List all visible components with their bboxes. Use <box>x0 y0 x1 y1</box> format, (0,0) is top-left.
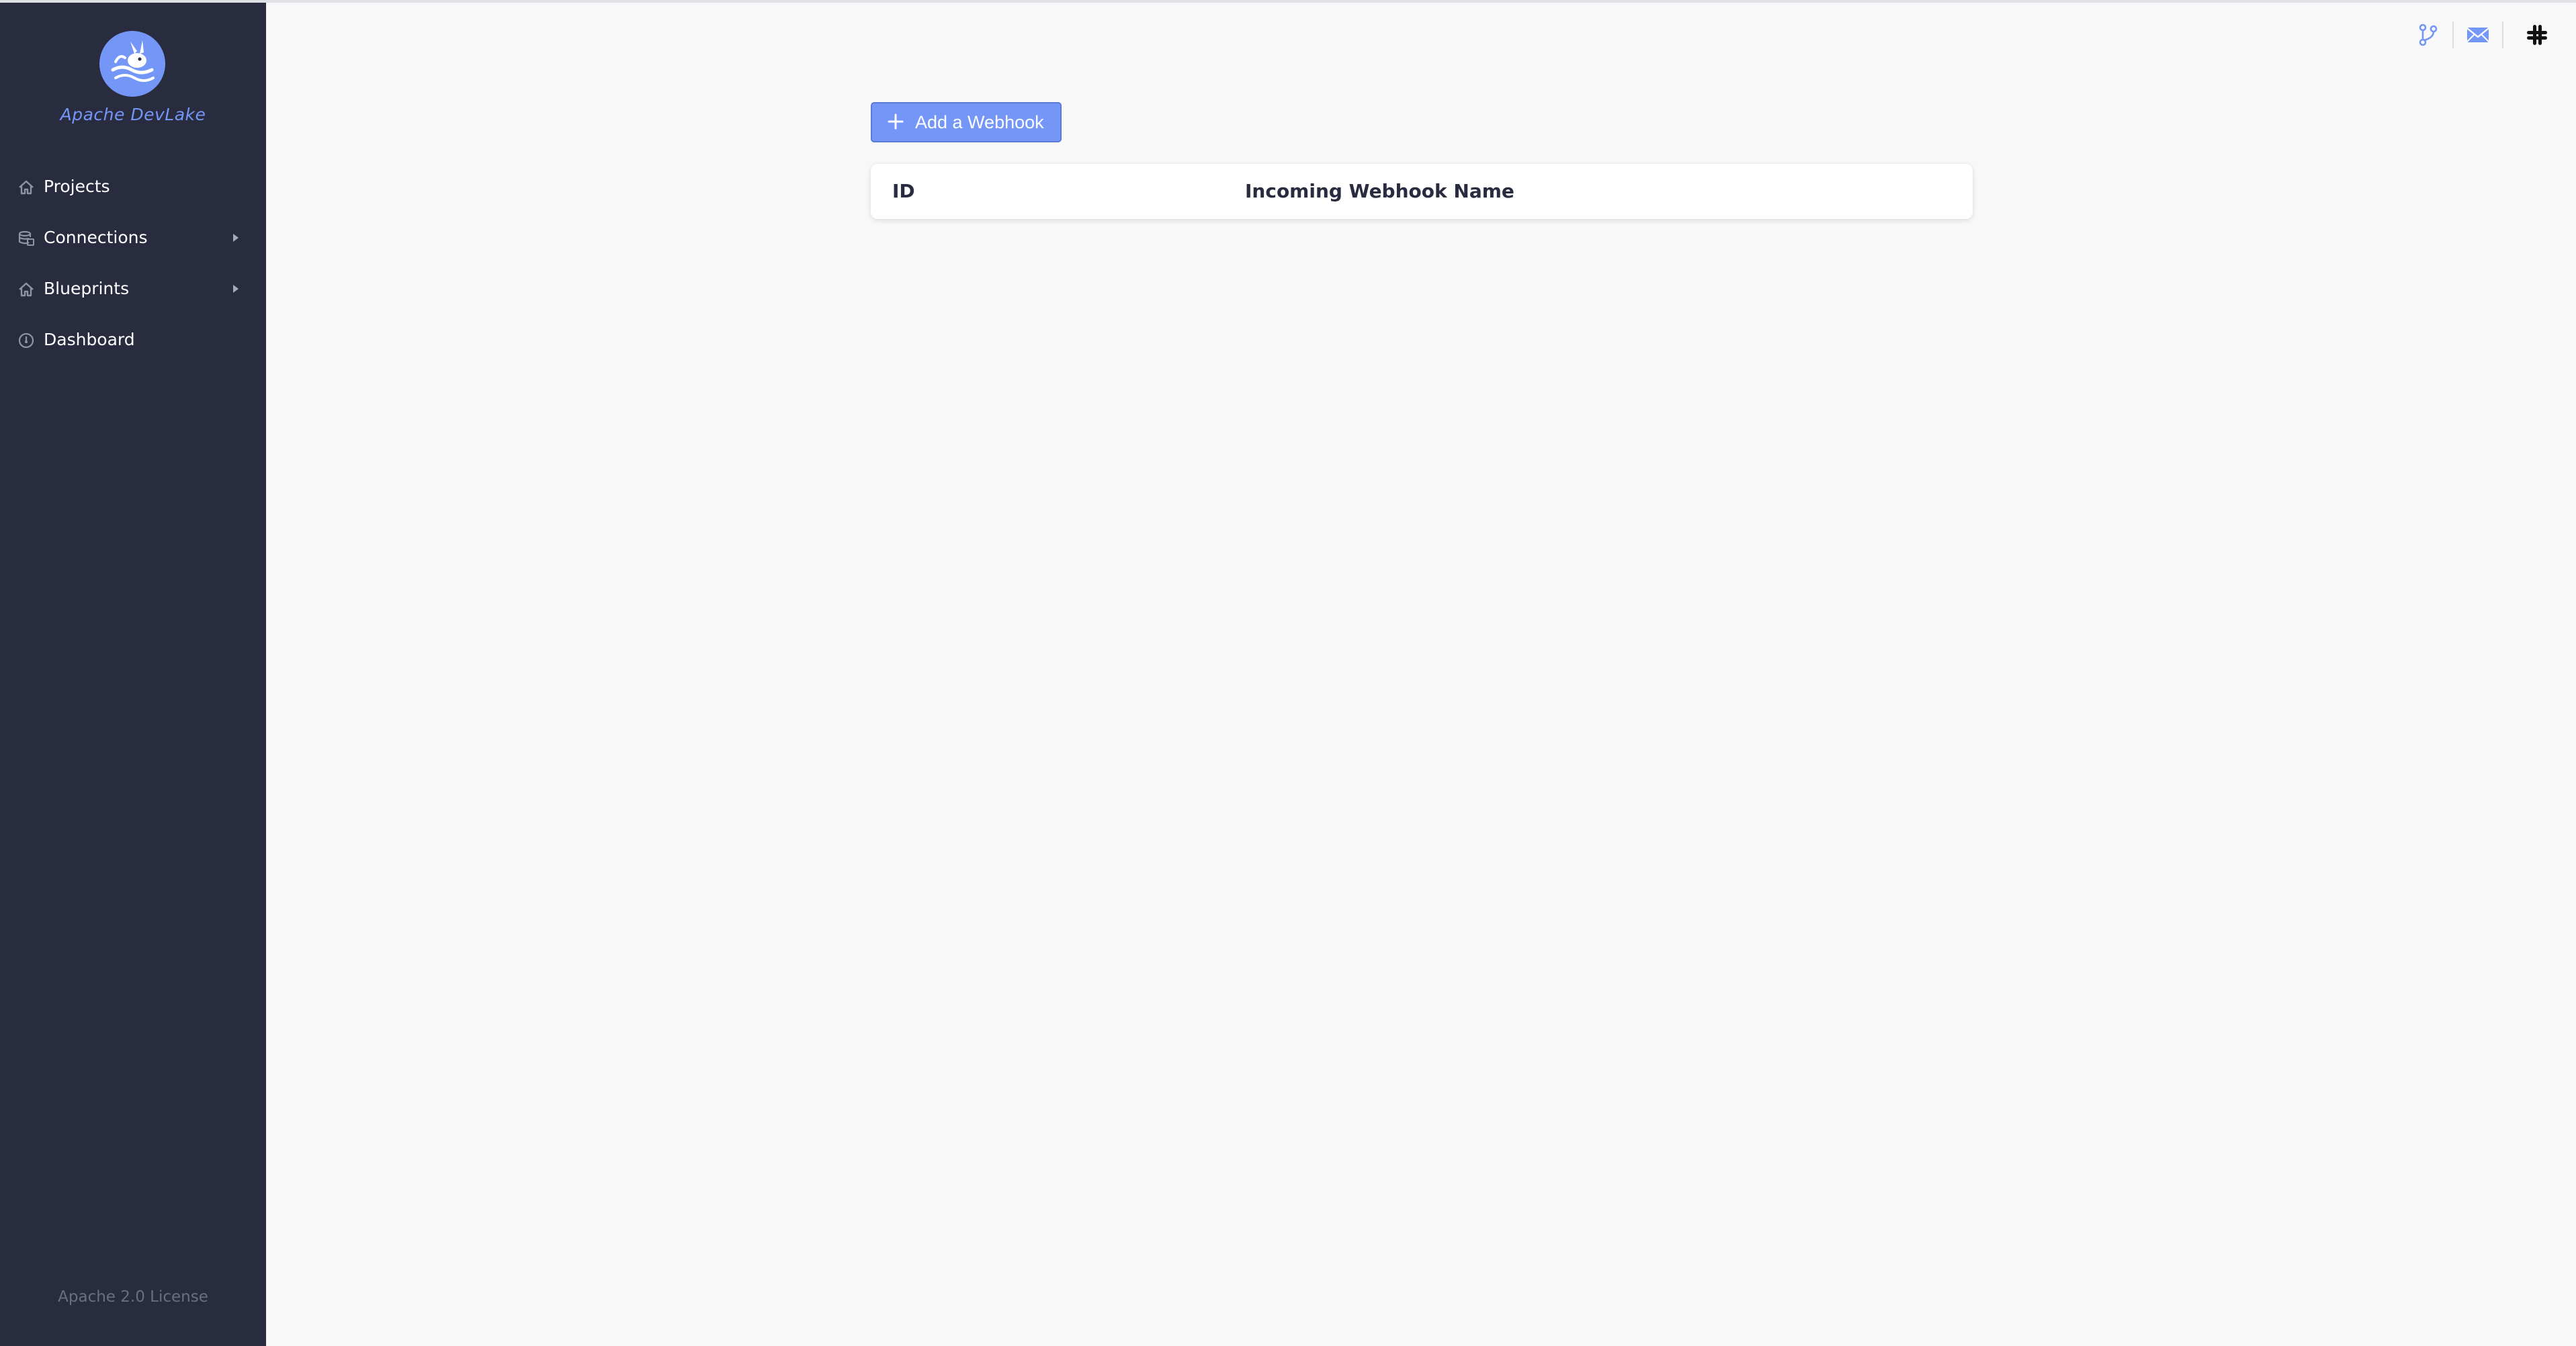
plus-icon <box>888 114 904 130</box>
sidebar-item-label: Projects <box>44 177 110 196</box>
add-webhook-button[interactable]: Add a Webhook <box>871 102 1062 142</box>
home-icon <box>19 180 34 195</box>
webhooks-table: ID Incoming Webhook Name <box>871 164 1973 219</box>
sidebar-item-connections[interactable]: Connections <box>0 218 266 258</box>
license-text[interactable]: Apache 2.0 License <box>0 1288 266 1306</box>
sidebar-item-label: Connections <box>44 228 148 247</box>
caret-right-icon <box>233 285 239 293</box>
home-icon <box>19 282 34 297</box>
top-border <box>0 0 2576 3</box>
sidebar: Apache DevLake Projects Connections Blue… <box>0 3 266 1346</box>
sidebar-item-blueprints[interactable]: Blueprints <box>0 269 266 309</box>
mail-icon[interactable] <box>2464 21 2491 48</box>
toolbar-divider <box>2452 21 2454 48</box>
git-branch-icon[interactable] <box>2415 21 2442 48</box>
sidebar-item-dashboard[interactable]: Dashboard <box>0 320 266 360</box>
caret-right-icon <box>233 234 239 242</box>
devlake-logo-icon[interactable] <box>99 31 165 97</box>
add-webhook-button-label: Add a Webhook <box>915 112 1044 132</box>
toolbar-divider <box>2502 21 2503 48</box>
database-icon <box>18 230 34 246</box>
sidebar-item-label: Blueprints <box>44 279 130 298</box>
app-window: Apache DevLake Projects Connections Blue… <box>0 0 2576 1346</box>
slack-icon[interactable] <box>2524 21 2550 48</box>
sidebar-item-label: Dashboard <box>44 330 135 349</box>
column-header-id[interactable]: ID <box>892 180 915 202</box>
column-header-webhook-name[interactable]: Incoming Webhook Name <box>1245 180 1514 202</box>
sidebar-item-projects[interactable]: Projects <box>0 167 266 207</box>
brand-name[interactable]: Apache DevLake <box>0 105 266 124</box>
dashboard-icon <box>18 332 34 349</box>
